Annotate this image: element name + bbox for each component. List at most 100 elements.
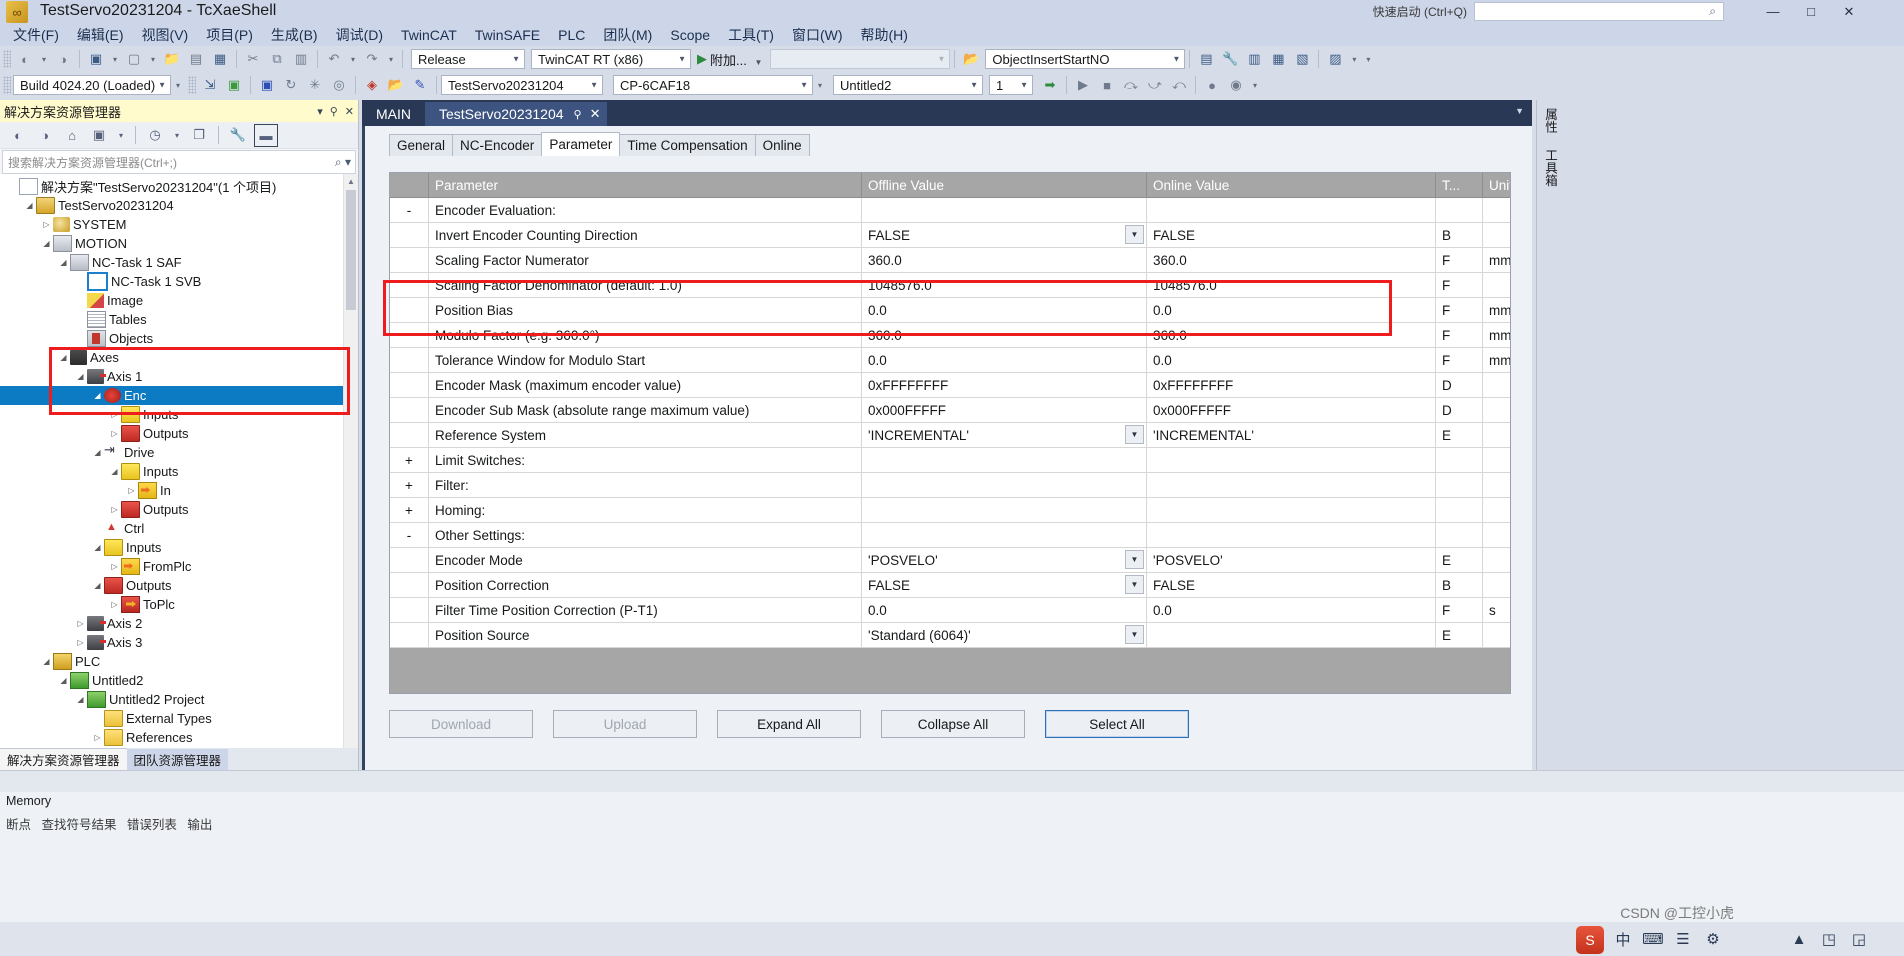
instance-combo[interactable]: 1 ▼	[989, 75, 1033, 95]
offline-value-cell[interactable]: 'INCREMENTAL' ▼	[861, 422, 1147, 448]
menu-plc[interactable]: PLC	[549, 25, 594, 45]
table-row[interactable]: Scaling Factor Numerator360.0360.0Fmm/IN…	[390, 247, 1510, 273]
start-attach-icon[interactable]: ▶	[697, 51, 707, 67]
show-all-files-icon[interactable]: ❐	[188, 125, 210, 146]
tree-node-in[interactable]: ▷ In	[0, 481, 358, 500]
table-row[interactable]: - Other Settings:	[390, 522, 1510, 548]
tree-node-inputs[interactable]: ▷ Inputs	[0, 405, 358, 424]
table-row[interactable]: - Encoder Evaluation:	[390, 197, 1510, 223]
build-dropdown-icon[interactable]: ▾	[172, 75, 184, 96]
doc-tab-main[interactable]: MAIN	[362, 102, 425, 126]
menu-team[interactable]: 团队(M)	[594, 23, 661, 47]
ime-chinese-icon[interactable]: 中	[1610, 926, 1636, 952]
menu-twincat[interactable]: TwinCAT	[392, 25, 466, 45]
activate-configuration-icon[interactable]: ▣	[223, 75, 245, 96]
new-project-dropdown-icon[interactable]: ▾	[109, 49, 121, 70]
col-parameter[interactable]: Parameter	[428, 173, 862, 198]
col-type[interactable]: T...	[1435, 173, 1483, 198]
redo-icon[interactable]: ↷	[361, 49, 383, 70]
cut-icon[interactable]: ✂	[242, 49, 264, 70]
toolbar-grip[interactable]	[3, 76, 11, 94]
tab-nc-encoder[interactable]: NC-Encoder	[452, 134, 543, 156]
maximize-button[interactable]: □	[1794, 1, 1828, 22]
menu-debug[interactable]: 调试(D)	[327, 23, 392, 47]
chevron-down-icon[interactable]: ▾	[115, 125, 127, 146]
tab-team-explorer[interactable]: 团队资源管理器	[126, 749, 229, 770]
target-dropdown-icon[interactable]: ▾	[814, 75, 826, 96]
bottom-tab-find-symbol-results[interactable]: 查找符号结果	[41, 818, 116, 832]
properties-icon[interactable]: 🔧	[227, 125, 249, 146]
tab-solution-explorer[interactable]: 解决方案资源管理器	[0, 748, 127, 770]
doc-tab-testservo[interactable]: TestServo20231204 ⚲ ✕	[425, 102, 607, 126]
save-icon[interactable]: ▤	[185, 49, 207, 70]
bottom-tab-breakpoints[interactable]: 断点	[6, 818, 31, 832]
tree-node-untitled2[interactable]: ◢ Untitled2	[0, 671, 358, 690]
toggle-free-run-state-icon[interactable]: ◈	[361, 75, 383, 96]
row-collapse-icon[interactable]: -	[390, 522, 429, 548]
step-over-icon[interactable]: ⤼	[1120, 75, 1142, 96]
download-button[interactable]: Download	[389, 710, 533, 738]
tab-general[interactable]: General	[389, 134, 454, 156]
offline-value-cell[interactable]	[861, 522, 1147, 548]
tree-node-system[interactable]: ▷ SYSTEM	[0, 215, 358, 234]
dock-tab-toolbox[interactable]: 工具箱	[1537, 141, 1564, 195]
solution-tree[interactable]: 解决方案"TestServo20231204"(1 个项目) ◢ TestServo…	[0, 174, 358, 765]
tree-node-axes[interactable]: ◢ Axes	[0, 348, 358, 367]
back-icon[interactable]: ◐	[7, 125, 29, 146]
save-all-icon[interactable]: ▦	[209, 49, 231, 70]
navigate-back-dropdown-icon[interactable]: ▾	[38, 49, 50, 70]
expander-expand-icon[interactable]: ▷	[91, 733, 104, 742]
chevron-down-icon[interactable]: ▼	[1125, 575, 1144, 594]
add-new-item-dropdown-icon[interactable]: ▾	[147, 49, 159, 70]
expander-collapse-icon[interactable]: ◢	[91, 391, 104, 400]
expander-expand-icon[interactable]: ▷	[108, 429, 121, 438]
scan-devices-icon[interactable]: ◎	[328, 75, 350, 96]
tree-node-outputs[interactable]: ▷ Outputs	[0, 424, 358, 443]
collapse-all-button[interactable]: Collapse All	[881, 710, 1025, 738]
expander-expand-icon[interactable]: ▷	[40, 220, 53, 229]
chevron-down-icon[interactable]: ▼	[1125, 550, 1144, 569]
tree-node-outputs[interactable]: ▷ Outputs	[0, 500, 358, 519]
expander-collapse-icon[interactable]: ◢	[91, 581, 104, 590]
offline-value-cell[interactable]: 0.0	[861, 297, 1147, 323]
offline-value-cell[interactable]: 'Standard (6064)' ▼	[861, 622, 1147, 648]
build-version-combo[interactable]: Build 4024.20 (Loaded) ▼	[13, 75, 171, 95]
menu-window[interactable]: 窗口(W)	[783, 23, 852, 47]
tree-node-plc[interactable]: ◢ PLC	[0, 652, 358, 671]
tree-node-nc-task-1-saf[interactable]: ◢ NC-Task 1 SAF	[0, 253, 358, 272]
offline-value-cell[interactable]: 0x000FFFFF	[861, 397, 1147, 423]
col-unit[interactable]: Unit	[1482, 173, 1510, 198]
paste-icon[interactable]: ▥	[290, 49, 312, 70]
ime-toolbox-icon[interactable]: ⚙	[1700, 926, 1726, 952]
wrench-icon[interactable]: 🔧	[1219, 49, 1241, 70]
table-row[interactable]: Invert Encoder Counting Direction FALSE ▼ F…	[390, 222, 1510, 248]
offline-value-cell[interactable]	[861, 197, 1147, 223]
expander-collapse-icon[interactable]: ◢	[40, 657, 53, 666]
expander-expand-icon[interactable]: ▷	[108, 505, 121, 514]
scroll-up-icon[interactable]: ▲	[344, 174, 358, 188]
offline-value-cell[interactable]: FALSE ▼	[861, 572, 1147, 598]
expander-collapse-icon[interactable]: ◢	[74, 372, 87, 381]
show-online-data-icon[interactable]: 📂	[385, 75, 407, 96]
expander-collapse-icon[interactable]: ◢	[40, 239, 53, 248]
expander-collapse-icon[interactable]: ◢	[57, 676, 70, 685]
menu-project[interactable]: 项目(P)	[197, 23, 262, 47]
menu-file[interactable]: 文件(F)	[4, 23, 68, 47]
toolbar-grip[interactable]	[3, 50, 11, 68]
expander-collapse-icon[interactable]: ◢	[91, 543, 104, 552]
tree-node-testservo20231204[interactable]: ◢ TestServo20231204	[0, 196, 358, 215]
chevron-down-icon[interactable]: ▾	[171, 125, 183, 146]
table-row[interactable]: Tolerance Window for Modulo Start 0.0 0.0 F…	[390, 347, 1510, 373]
pin-icon[interactable]: ⚲	[574, 108, 582, 121]
tree-node-external-types[interactable]: External Types	[0, 709, 358, 728]
tree-node-motion[interactable]: ◢ MOTION	[0, 234, 358, 253]
close-icon[interactable]: ✕	[590, 106, 601, 122]
document-well-dropdown-icon[interactable]: ▼	[1515, 106, 1524, 116]
chevron-down-icon[interactable]: ▾	[317, 105, 323, 118]
row-expand-icon[interactable]: +	[390, 472, 429, 498]
tree-node-axis-1[interactable]: ◢ Axis 1	[0, 367, 358, 386]
copy-icon[interactable]: ⧉	[266, 49, 288, 70]
quick-launch-input[interactable]	[1474, 2, 1724, 21]
chevron-down-icon[interactable]: ▼	[1125, 625, 1144, 644]
tree-node-image[interactable]: Image	[0, 291, 358, 310]
